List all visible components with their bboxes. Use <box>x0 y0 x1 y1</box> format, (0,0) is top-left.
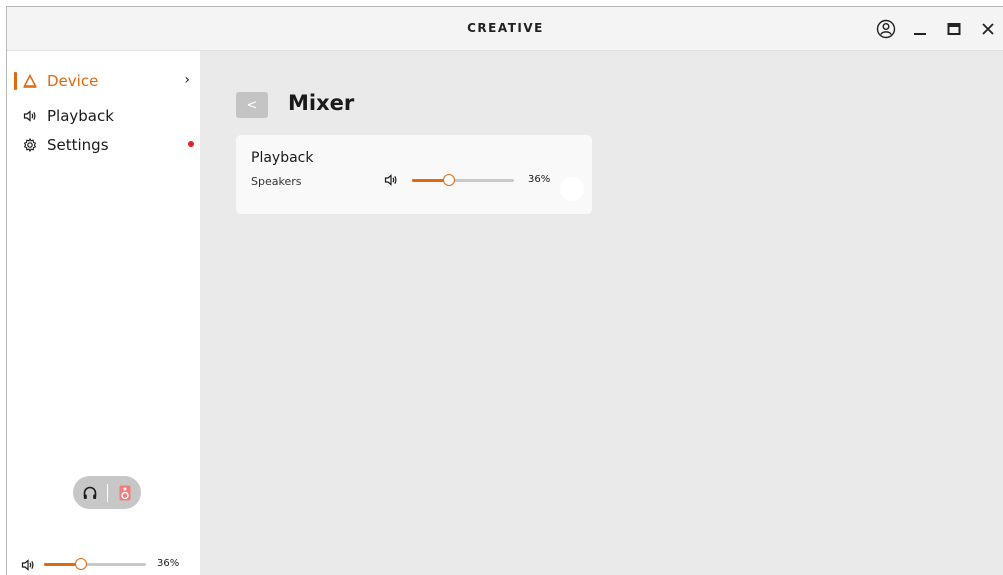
master-volume-slider[interactable] <box>44 558 146 570</box>
master-volume: 36% <box>21 556 201 572</box>
gear-icon <box>22 137 38 153</box>
sidebar-item-playback[interactable]: Playback <box>7 103 200 129</box>
device-triangle-icon <box>22 73 38 89</box>
sidebar-item-label: Device <box>47 72 99 90</box>
speaker-box-icon[interactable] <box>114 482 136 504</box>
playback-volume-slider[interactable] <box>412 174 514 186</box>
sidebar: Device › Playback Settings 36% <box>7 51 200 575</box>
toggle-divider <box>106 483 108 502</box>
close-button[interactable] <box>972 13 1003 45</box>
sidebar-item-label: Playback <box>47 107 114 125</box>
device-name: Speakers <box>251 175 302 188</box>
speaker-icon[interactable] <box>384 172 398 191</box>
creative-logo: CREATIVE <box>467 21 544 35</box>
account-icon[interactable] <box>870 13 902 45</box>
back-button[interactable]: < <box>236 92 268 118</box>
output-toggle <box>73 476 141 509</box>
chevron-right-icon: › <box>184 72 190 88</box>
slider-thumb[interactable] <box>442 174 455 186</box>
mixer-card: Playback Speakers 36% <box>236 135 592 214</box>
sidebar-item-label: Settings <box>47 136 109 154</box>
master-volume-value: 36% <box>157 558 180 569</box>
speaker-icon[interactable] <box>21 557 35 575</box>
sidebar-item-device[interactable]: Device › <box>7 68 200 94</box>
minimize-button[interactable] <box>904 13 936 45</box>
notification-dot <box>188 141 194 147</box>
slider-thumb[interactable] <box>74 558 87 570</box>
title-bar: CREATIVE <box>7 7 1003 51</box>
page-title: Mixer <box>288 91 355 115</box>
mute-toggle[interactable] <box>560 177 584 201</box>
card-title: Playback <box>251 150 314 166</box>
speaker-icon <box>22 108 38 124</box>
headphones-icon[interactable] <box>79 482 101 504</box>
playback-volume: 36% <box>384 172 584 192</box>
playback-volume-value: 36% <box>528 174 551 185</box>
main-panel: < Mixer Playback Speakers 36% <box>200 51 1003 575</box>
chevron-left-icon: < <box>246 97 258 113</box>
app-window: CREATIVE Device › Playback Settings 36% … <box>6 6 1003 575</box>
window-controls <box>868 7 1003 51</box>
maximize-button[interactable] <box>938 13 970 45</box>
active-indicator <box>14 72 17 90</box>
sidebar-item-settings[interactable]: Settings <box>7 132 200 158</box>
